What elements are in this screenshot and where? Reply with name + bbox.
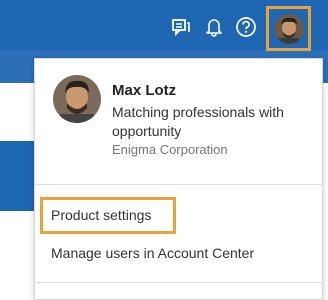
profile-tagline: Matching professionals with opportunity <box>112 104 284 139</box>
help-icon[interactable] <box>233 14 259 40</box>
menu-item-manage-users[interactable]: Manage users in Account Center <box>51 245 254 261</box>
background-page <box>0 83 35 291</box>
account-dropdown: Max Lotz Matching professionals with opp… <box>34 58 323 300</box>
chat-icon[interactable] <box>168 14 194 40</box>
background-band <box>0 141 34 211</box>
bell-icon[interactable] <box>201 14 227 40</box>
account-avatar-button[interactable] <box>266 6 311 51</box>
menu-item-product-settings[interactable]: Product settings <box>51 207 151 223</box>
avatar <box>273 13 304 44</box>
divider <box>35 184 322 185</box>
divider <box>35 282 322 283</box>
profile-name: Max Lotz <box>112 82 177 99</box>
profile-avatar <box>53 75 101 123</box>
profile-company: Enigma Corporation <box>112 142 228 157</box>
